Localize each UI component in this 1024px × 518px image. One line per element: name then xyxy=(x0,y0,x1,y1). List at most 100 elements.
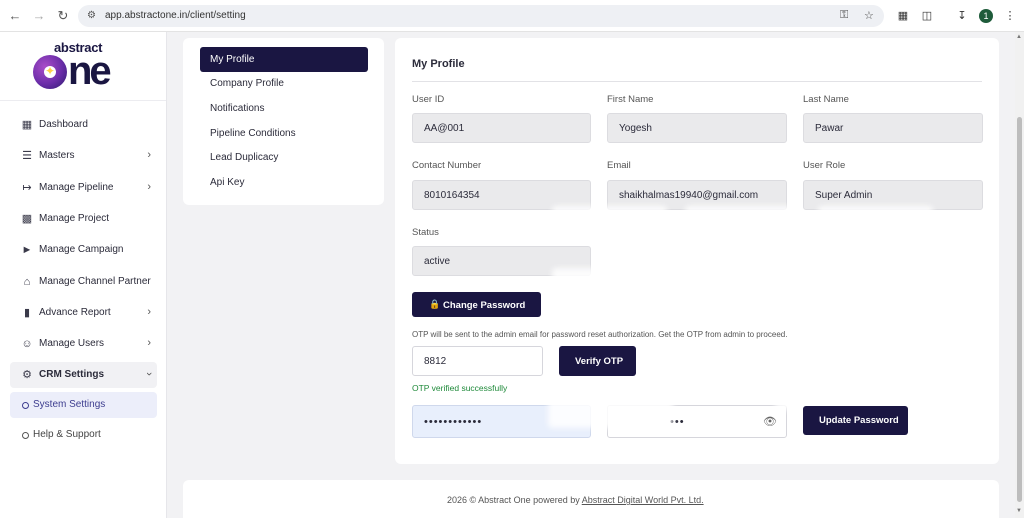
user-role-label: User Role xyxy=(803,160,846,171)
sidebar-item-dashboard[interactable]: ▦ Dashboard xyxy=(10,112,157,138)
reload-icon[interactable]: ↻ xyxy=(55,8,71,24)
sidebar-item-manage-channel-partner[interactable]: ⌂ Manage Channel Partner xyxy=(10,269,157,295)
sidebar-item-advance-report[interactable]: ▮ Advance Report › xyxy=(10,300,157,326)
sidebar-item-system-settings[interactable]: System Settings xyxy=(10,392,157,418)
scrollbar[interactable]: ▲ ▼ xyxy=(1015,32,1024,518)
settings-nav-my-profile[interactable]: My Profile xyxy=(200,47,368,72)
redaction-blur xyxy=(548,392,673,428)
settings-nav: My Profile Company Profile Notifications… xyxy=(183,38,384,205)
button-label: Change Password xyxy=(443,300,526,311)
field-value: Pawar xyxy=(815,123,844,134)
sidebar-item-manage-pipeline[interactable]: ↦ Manage Pipeline › xyxy=(10,175,157,201)
sidebar-item-label: Manage Project xyxy=(39,213,110,224)
settings-nav-label: Company Profile xyxy=(210,78,284,89)
users-icon: ☺ xyxy=(21,338,33,350)
key-icon[interactable]: ⚿ xyxy=(840,9,848,22)
user-id-field[interactable]: AA@001 xyxy=(412,113,591,143)
sidebar-item-label: System Settings xyxy=(33,399,106,410)
sidebar-item-manage-project[interactable]: ▩ Manage Project xyxy=(10,206,157,232)
download-icon[interactable]: ↧ xyxy=(955,9,969,23)
profile-card: My Profile User ID AA@001 First Name Yog… xyxy=(395,38,999,464)
circle-icon xyxy=(22,432,29,439)
sidebar-item-label: Manage Pipeline xyxy=(39,182,114,193)
settings-nav-company-profile[interactable]: Company Profile xyxy=(200,71,368,96)
chevron-right-icon: › xyxy=(147,181,151,193)
field-value: •••••••••••• xyxy=(424,416,483,428)
forward-icon[interactable]: → xyxy=(31,8,47,24)
redaction-blur xyxy=(818,206,933,228)
sidebar-item-crm-settings[interactable]: ⚙ CRM Settings › xyxy=(10,362,157,388)
sidebar-item-masters[interactable]: ☰ Masters › xyxy=(10,143,157,169)
redaction-blur xyxy=(552,268,622,290)
user-id-label: User ID xyxy=(412,94,445,105)
eye-icon[interactable]: 👁 xyxy=(763,415,777,428)
puzzle-icon[interactable]: ◫ xyxy=(920,9,934,23)
footer-copyright: 2026 © Abstract One powered by xyxy=(447,495,582,505)
sidebar: abstract ✦ ne ▦ Dashboard ☰ Masters › ↦ … xyxy=(0,32,167,518)
field-value: shaikhalmas19940@gmail.com xyxy=(619,190,759,201)
dashboard-icon: ▦ xyxy=(21,119,33,131)
settings-nav-pipeline-conditions[interactable]: Pipeline Conditions xyxy=(200,121,368,146)
profile-avatar[interactable]: 1 xyxy=(979,9,993,23)
field-value: 8010164354 xyxy=(424,190,480,201)
sidebar-item-label: Manage Channel Partner xyxy=(39,276,151,287)
settings-nav-notifications[interactable]: Notifications xyxy=(200,96,368,121)
settings-nav-label: Pipeline Conditions xyxy=(210,128,296,139)
otp-success-message: OTP verified successfully xyxy=(412,383,508,393)
star-icon[interactable]: ☆ xyxy=(864,9,874,22)
contact-label: Contact Number xyxy=(412,160,482,171)
settings-nav-label: Notifications xyxy=(210,103,265,114)
megaphone-icon: ► xyxy=(21,244,33,256)
sidebar-item-manage-users[interactable]: ☺ Manage Users › xyxy=(10,331,157,357)
building-icon: ▩ xyxy=(21,213,33,225)
chevron-down-icon: › xyxy=(143,372,156,376)
scroll-thumb[interactable] xyxy=(1017,117,1022,502)
logo[interactable]: abstract ✦ ne xyxy=(30,40,136,92)
divider xyxy=(412,81,982,82)
settings-nav-label: My Profile xyxy=(210,54,255,65)
otp-input[interactable]: 8812 xyxy=(412,346,543,376)
sidebar-item-manage-campaign[interactable]: ► Manage Campaign xyxy=(10,237,157,263)
sidebar-item-label: CRM Settings xyxy=(39,369,104,380)
address-bar[interactable]: ⚙ app.abstractone.in/client/setting ⚿ ☆ xyxy=(78,5,884,27)
last-name-label: Last Name xyxy=(803,94,849,105)
partner-icon: ⌂ xyxy=(23,276,31,288)
change-password-button[interactable]: 🔒 Change Password xyxy=(412,292,541,317)
menu-icon[interactable]: ⋮ xyxy=(1003,9,1017,23)
settings-nav-api-key[interactable]: Api Key xyxy=(200,170,368,195)
settings-nav-lead-duplicacy[interactable]: Lead Duplicacy xyxy=(200,145,368,170)
lock-icon: 🔒 xyxy=(429,299,441,309)
field-value: AA@001 xyxy=(424,123,465,134)
button-label: Update Password xyxy=(819,415,899,426)
settings-nav-label: Lead Duplicacy xyxy=(210,152,279,163)
sidebar-item-label: Masters xyxy=(39,150,75,161)
chevron-right-icon: › xyxy=(147,337,151,349)
back-icon[interactable]: ← xyxy=(7,8,23,24)
footer-text: 2026 © Abstract One powered by Abstract … xyxy=(447,495,704,505)
divider xyxy=(0,100,166,101)
extension-icon[interactable]: ▦ xyxy=(896,9,910,23)
first-name-field[interactable]: Yogesh xyxy=(607,113,787,143)
site-info-icon[interactable]: ⚙ xyxy=(87,10,96,21)
update-password-button[interactable]: Update Password xyxy=(803,406,908,435)
sidebar-item-label: Advance Report xyxy=(39,307,111,318)
last-name-field[interactable]: Pawar xyxy=(803,113,983,143)
verify-otp-button[interactable]: Verify OTP xyxy=(559,346,636,376)
otp-note: OTP will be sent to the admin email for … xyxy=(412,330,788,339)
sidebar-item-label: Dashboard xyxy=(39,119,88,130)
sidebar-item-label: Manage Campaign xyxy=(39,244,124,255)
email-label: Email xyxy=(607,160,631,171)
footer: 2026 © Abstract One powered by Abstract … xyxy=(183,480,999,518)
list-icon: ☰ xyxy=(22,150,32,162)
scroll-up-icon[interactable]: ▲ xyxy=(1016,34,1022,40)
field-value: Super Admin xyxy=(815,190,873,201)
scroll-down-icon[interactable]: ▼ xyxy=(1016,508,1022,514)
footer-link[interactable]: Abstract Digital World Pvt. Ltd. xyxy=(582,495,704,505)
page-title: My Profile xyxy=(412,58,465,70)
sidebar-item-help[interactable]: Help & Support xyxy=(10,422,157,448)
redaction-blur xyxy=(552,206,667,228)
chevron-right-icon: › xyxy=(147,306,151,318)
url-text: app.abstractone.in/client/setting xyxy=(105,10,246,21)
chevron-right-icon: › xyxy=(147,149,151,161)
star-icon: ✦ xyxy=(44,64,56,78)
